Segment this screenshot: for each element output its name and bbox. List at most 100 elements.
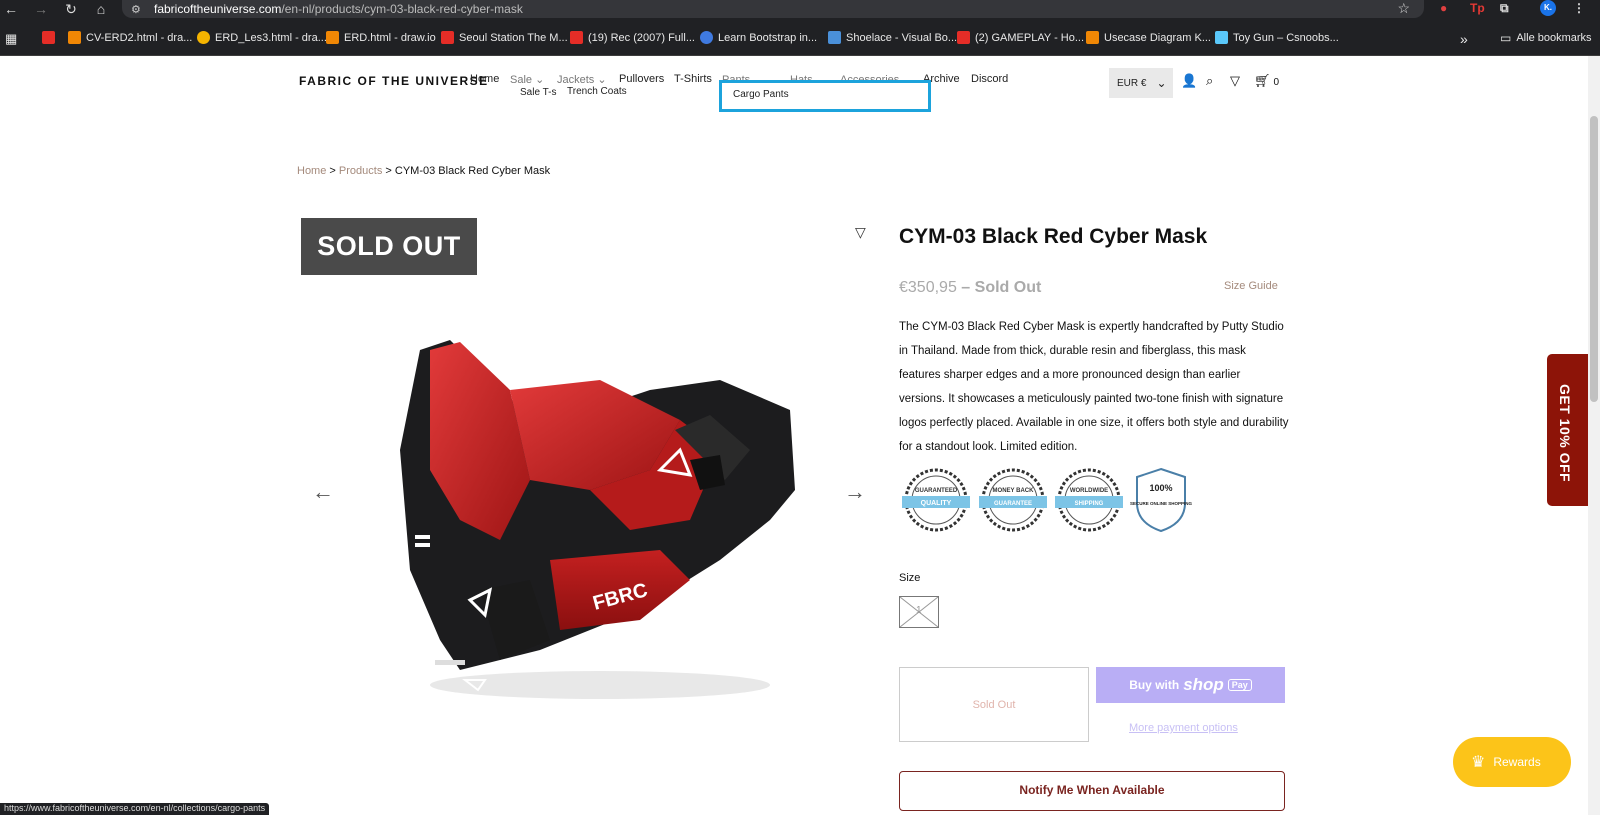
badge-top-text: GUARANTEED	[915, 488, 958, 494]
drawio-icon	[1086, 31, 1099, 44]
cart-icon[interactable]: 🛒︎ 0	[1254, 73, 1279, 89]
browser-toolbar: ← → ↻ ⌂ ⚙ fabricoftheuniverse.com/en-nl/…	[0, 0, 1600, 20]
back-icon[interactable]: ←	[2, 1, 20, 17]
dropdown-item-trench-coats[interactable]: Trench Coats	[567, 86, 627, 97]
drawio-icon	[326, 31, 339, 44]
browser-menu-icon[interactable]: ⋮	[1573, 1, 1585, 15]
next-image-arrow-icon[interactable]: →	[844, 479, 866, 505]
worldwide-shipping-badge-icon: WORLDWIDE SHIPPING	[1055, 468, 1123, 532]
bookmark-item[interactable]: CV-ERD2.html - dra...	[68, 31, 192, 44]
product-price: €350,95 – Sold Out	[899, 279, 1042, 296]
reload-icon[interactable]: ↻	[62, 1, 80, 18]
nav-tshirts[interactable]: T-Shirts	[674, 73, 712, 85]
badge-top-text: 100%	[1149, 483, 1172, 493]
extension-icon[interactable]: ●	[1440, 1, 1447, 15]
product-title: CYM-03 Black Red Cyber Mask	[899, 225, 1208, 248]
bookmark-item[interactable]: ERD.html - draw.io	[326, 31, 436, 44]
shoelace-icon	[828, 31, 841, 44]
cart-count: 0	[1273, 77, 1280, 88]
more-payment-options-link[interactable]: More payment options	[1129, 722, 1238, 734]
extension-tp-icon[interactable]: Tp	[1470, 1, 1485, 15]
search-icon[interactable]: ⌕	[1206, 73, 1213, 89]
bookmark-item[interactable]: Usecase Diagram K...	[1086, 31, 1211, 44]
home-icon[interactable]: ⌂	[92, 1, 110, 17]
nav-pullovers[interactable]: Pullovers	[619, 73, 664, 85]
badge-ribbon-text: QUALITY	[921, 500, 952, 507]
bookmark-item[interactable]: (19) Rec (2007) Full...	[570, 31, 695, 44]
bookmark-item[interactable]: Learn Bootstrap in...	[700, 31, 817, 44]
extensions-puzzle-icon[interactable]: ⧉	[1500, 1, 1509, 16]
all-bookmarks[interactable]: ▭ Alle bookmarks	[1500, 31, 1592, 45]
address-bar[interactable]: ⚙ fabricoftheuniverse.com/en-nl/products…	[122, 0, 1424, 18]
size-guide-link[interactable]: Size Guide	[1224, 280, 1278, 292]
size-label: Size	[899, 572, 921, 584]
scrollbar-thumb[interactable]	[1590, 116, 1598, 402]
url-path: /en-nl/products/cym-03-black-red-cyber-m…	[281, 2, 523, 16]
bookmark-item[interactable]: (2) GAMEPLAY - Ho...	[957, 31, 1084, 44]
sold-out-badge: SOLD OUT	[301, 218, 477, 275]
bookmark-item[interactable]: Seoul Station The M...	[441, 31, 568, 44]
badge-top-text: WORLDWIDE	[1070, 488, 1108, 494]
dropdown-item-label: Cargo Pants	[733, 89, 789, 100]
page-scrollbar[interactable]	[1588, 56, 1600, 815]
currency-selector[interactable]: EUR € ⌄	[1109, 68, 1173, 98]
bookmark-star-icon[interactable]: ☆	[1397, 0, 1410, 17]
nav-sale[interactable]: Sale ⌄	[510, 73, 544, 86]
dropdown-item-sale-tshirts[interactable]: Sale T-s	[520, 87, 557, 98]
bookmarks-overflow-icon[interactable]: »	[1460, 31, 1468, 47]
nav-discord[interactable]: Discord	[971, 73, 1008, 85]
status-bar-url: https://www.fabricoftheuniverse.com/en-n…	[0, 803, 270, 815]
rewards-button[interactable]: ♛ Rewards	[1453, 737, 1571, 787]
site-logo[interactable]: FABRIC OF THE UNIVERSE	[299, 74, 489, 88]
money-back-badge-icon: MONEY BACK GUARANTEE	[979, 468, 1047, 532]
pay-logo: Pay	[1227, 679, 1252, 691]
quality-badge-icon: GUARANTEED QUALITY	[902, 468, 970, 532]
radiation-icon	[197, 31, 210, 44]
badge-ribbon-text: SECURE ONLINE SHOPPING	[1130, 501, 1193, 506]
prev-image-arrow-icon[interactable]: ←	[312, 479, 334, 505]
forward-icon[interactable]: →	[32, 1, 50, 17]
bookmarks-bar: ▦ CV-ERD2.html - dra... ERD_Les3.html - …	[0, 20, 1600, 56]
buy-with-shop-pay-button[interactable]: Buy with shop Pay	[1096, 667, 1285, 703]
notify-when-available-button[interactable]: Notify Me When Available	[899, 771, 1285, 811]
badge-top-text: MONEY BACK	[993, 488, 1035, 494]
youtube-icon	[441, 31, 454, 44]
youtube-bookmark-icon[interactable]	[42, 31, 55, 44]
apps-grid-icon[interactable]: ▦	[5, 31, 17, 47]
shop-logo: shop	[1183, 675, 1224, 694]
breadcrumb-products[interactable]: Products	[339, 165, 382, 177]
web-page: FABRIC OF THE UNIVERSE Home Sale ⌄ Jacke…	[0, 56, 1588, 815]
badge-ribbon-text: GUARANTEE	[994, 501, 1032, 507]
product-image[interactable]: FBRC	[390, 320, 810, 710]
youtube-icon	[570, 31, 583, 44]
folder-icon: ▭	[1500, 31, 1512, 45]
trust-badges: GUARANTEED QUALITY MONEY BACK GUARANTEE …	[902, 467, 1193, 533]
breadcrumb-current: CYM-03 Black Red Cyber Mask	[394, 165, 551, 177]
sold-out-button[interactable]: Sold Out	[899, 667, 1089, 742]
bookmark-item[interactable]: Shoelace - Visual Bo...	[828, 31, 957, 44]
site-info-icon[interactable]: ⚙	[131, 3, 145, 16]
badge-ribbon-text: SHIPPING	[1075, 501, 1104, 507]
bookmark-item[interactable]: Toy Gun – Csnoobs...	[1215, 31, 1339, 44]
toy-gun-icon	[1215, 31, 1228, 44]
size-option-label: 1	[916, 605, 922, 616]
youtube-icon	[957, 31, 970, 44]
profile-avatar[interactable]: K.	[1540, 0, 1556, 16]
url-text: fabricoftheuniverse.com/en-nl/products/c…	[154, 2, 523, 16]
nav-jackets[interactable]: Jackets ⌄	[557, 73, 607, 86]
dropdown-item-cargo-pants[interactable]: Cargo Pants	[719, 80, 931, 112]
product-description: The CYM-03 Black Red Cyber Mask is exper…	[899, 321, 1289, 453]
nav-home[interactable]: Home	[470, 73, 499, 85]
size-option-unavailable[interactable]: 1	[899, 596, 939, 628]
account-icon[interactable]: 👤	[1181, 73, 1197, 89]
breadcrumb: Home > Products > CYM-03 Black Red Cyber…	[297, 165, 551, 177]
secure-shopping-shield-icon: 100% SECURE ONLINE SHOPPING	[1130, 467, 1193, 533]
globe-icon	[700, 31, 713, 44]
breadcrumb-home[interactable]: Home	[297, 165, 326, 177]
wishlist-triangle-icon[interactable]: ▽	[1230, 73, 1240, 89]
bookmark-item[interactable]: ERD_Les3.html - dra...	[197, 31, 327, 44]
discount-promo-tab[interactable]: GET 10% OFF	[1547, 354, 1588, 506]
url-domain: fabricoftheuniverse.com	[154, 2, 282, 16]
add-to-wishlist-icon[interactable]: ▽	[855, 224, 866, 241]
crown-icon: ♛	[1471, 754, 1486, 771]
